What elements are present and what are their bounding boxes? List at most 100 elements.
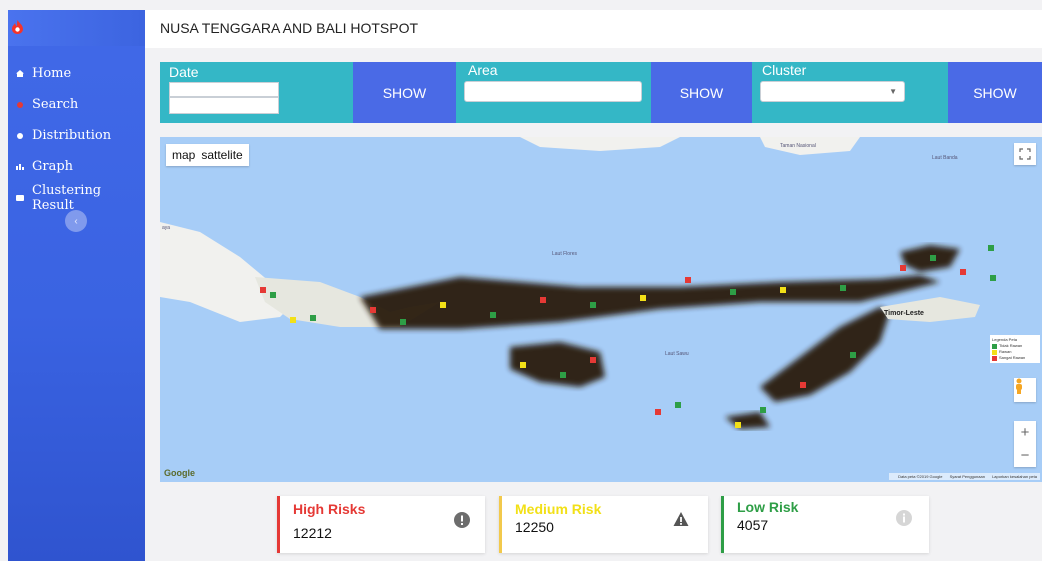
hotspot-marker bbox=[730, 289, 736, 295]
hotspot-marker bbox=[800, 382, 806, 388]
hotspot-markers[interactable] bbox=[260, 245, 996, 428]
cluster-label: Cluster bbox=[762, 62, 807, 78]
map-label-banda: Laut Banda bbox=[932, 155, 958, 161]
area-input[interactable] bbox=[464, 81, 642, 102]
street-view-button[interactable] bbox=[1014, 378, 1036, 402]
date-start-input[interactable] bbox=[169, 82, 279, 97]
hotspot-map[interactable]: aya Laut Flores Laut Sawu Taman Nasional… bbox=[160, 137, 1042, 482]
hotspot-marker bbox=[260, 287, 266, 293]
date-show-button[interactable]: SHOW bbox=[353, 62, 456, 123]
sidebar-item-home[interactable]: Home bbox=[8, 58, 145, 89]
map-attribution: Data peta ©2019 Google Syarat Penggunaan… bbox=[889, 473, 1040, 480]
hotspot-marker bbox=[840, 285, 846, 291]
map-label-park: Taman Nasional bbox=[780, 143, 816, 149]
stat-card-medium-risk: Medium Risk 12250 bbox=[499, 496, 708, 553]
circle-icon bbox=[8, 132, 32, 139]
hotspot-marker bbox=[310, 315, 316, 321]
sidebar-item-label: Clustering Result bbox=[32, 182, 102, 213]
sidebar: Home Search Distribution Graph Clusterin… bbox=[8, 10, 145, 561]
stat-title: Low Risk bbox=[737, 499, 799, 515]
cluster-select-value bbox=[760, 81, 905, 102]
hotspot-marker bbox=[640, 295, 646, 301]
exclamation-circle-icon bbox=[454, 512, 470, 528]
zoom-in-button[interactable]: + bbox=[1014, 421, 1036, 444]
hotspot-marker bbox=[930, 255, 936, 261]
sidebar-item-search[interactable]: Search bbox=[8, 89, 145, 120]
hotspot-marker bbox=[780, 287, 786, 293]
stat-value: 4057 bbox=[737, 517, 769, 533]
hotspot-marker bbox=[590, 302, 596, 308]
sidebar-item-label: Home bbox=[32, 66, 72, 81]
chevron-left-icon: ‹ bbox=[74, 215, 78, 227]
top-header: NUSA TENGGARA AND BALI HOTSPOT bbox=[145, 10, 1042, 48]
fullscreen-icon bbox=[1019, 148, 1031, 160]
pegman-icon bbox=[1016, 378, 1022, 394]
map-label-jaya: aya bbox=[162, 225, 170, 231]
stat-title: Medium Risk bbox=[515, 501, 602, 517]
map-type-map-option[interactable]: map bbox=[172, 148, 195, 162]
map-canvas[interactable]: aya Laut Flores Laut Sawu Taman Nasional… bbox=[160, 137, 1042, 482]
hotspot-marker bbox=[990, 275, 996, 281]
hotspot-marker bbox=[520, 362, 526, 368]
sidebar-item-label: Distribution bbox=[32, 128, 112, 143]
sidebar-item-clustering-result[interactable]: Clustering Result bbox=[8, 182, 145, 213]
area-show-button[interactable]: SHOW bbox=[651, 62, 752, 123]
map-label-timor-leste: Timor-Leste bbox=[884, 310, 924, 317]
hotspot-marker bbox=[900, 265, 906, 271]
google-logo: Google bbox=[164, 468, 195, 478]
sidebar-item-label: Graph bbox=[32, 159, 74, 174]
fullscreen-button[interactable] bbox=[1014, 143, 1036, 165]
map-label-savu-sea: Laut Sawu bbox=[665, 351, 689, 357]
cluster-filter: Cluster ▼ bbox=[752, 62, 948, 123]
hotspot-marker bbox=[685, 277, 691, 283]
brand-bar bbox=[8, 10, 145, 46]
search-pin-icon bbox=[8, 101, 32, 108]
sidebar-collapse-button[interactable]: ‹ bbox=[65, 210, 87, 232]
stat-title: High Risks bbox=[293, 501, 366, 517]
hotspot-marker bbox=[440, 302, 446, 308]
hotspot-region-small-islands bbox=[725, 412, 770, 429]
cluster-select[interactable]: ▼ bbox=[760, 81, 905, 102]
date-end-input[interactable] bbox=[169, 97, 279, 114]
zoom-out-button[interactable]: − bbox=[1014, 444, 1036, 467]
map-legend: Legenda Peta Tidak Rawan Rawan Sangat Ra… bbox=[990, 335, 1040, 363]
hotspot-region-timor-west bbox=[760, 307, 890, 402]
hotspot-marker bbox=[270, 292, 276, 298]
sidebar-item-graph[interactable]: Graph bbox=[8, 151, 145, 182]
hotspot-marker bbox=[760, 407, 766, 413]
page-title: NUSA TENGGARA AND BALI HOTSPOT bbox=[160, 20, 419, 36]
legend-item: Sangat Rawan bbox=[992, 355, 1038, 361]
hotspot-marker bbox=[655, 409, 661, 415]
zoom-control: + − bbox=[1014, 421, 1036, 467]
sidebar-item-distribution[interactable]: Distribution bbox=[8, 120, 145, 151]
hotspot-marker bbox=[490, 312, 496, 318]
hotspot-marker bbox=[290, 317, 296, 323]
stat-value: 12250 bbox=[515, 519, 554, 535]
fire-logo-icon[interactable] bbox=[11, 20, 24, 34]
stat-value: 12212 bbox=[293, 525, 332, 541]
hotspot-marker bbox=[370, 307, 376, 313]
report-error-link[interactable]: Laporkan kesalahan peta bbox=[992, 474, 1037, 479]
stat-card-low-risk: Low Risk 4057 bbox=[721, 496, 929, 553]
map-type-satellite-option[interactable]: sattelite bbox=[201, 148, 242, 162]
filter-bar: Date SHOW Area SHOW Cluster ▼ SHOW bbox=[160, 62, 1042, 123]
card-icon bbox=[8, 194, 32, 201]
date-filter: Date bbox=[160, 62, 353, 123]
map-label-flores-sea: Laut Flores bbox=[552, 251, 578, 257]
sidebar-nav: Home Search Distribution Graph Clusterin… bbox=[8, 58, 145, 213]
hotspot-marker bbox=[988, 245, 994, 251]
hotspot-marker bbox=[960, 269, 966, 275]
hotspot-marker bbox=[560, 372, 566, 378]
terms-link[interactable]: Syarat Penggunaan bbox=[950, 474, 985, 479]
area-filter: Area bbox=[456, 62, 651, 123]
sidebar-item-label: Search bbox=[32, 97, 79, 112]
date-label: Date bbox=[169, 64, 199, 80]
warning-triangle-icon bbox=[673, 512, 689, 526]
hotspot-marker bbox=[735, 422, 741, 428]
hotspot-marker bbox=[590, 357, 596, 363]
hotspot-marker bbox=[540, 297, 546, 303]
cluster-show-button[interactable]: SHOW bbox=[948, 62, 1042, 123]
area-label: Area bbox=[468, 62, 498, 78]
bar-chart-icon bbox=[8, 163, 32, 170]
hotspot-marker bbox=[675, 402, 681, 408]
